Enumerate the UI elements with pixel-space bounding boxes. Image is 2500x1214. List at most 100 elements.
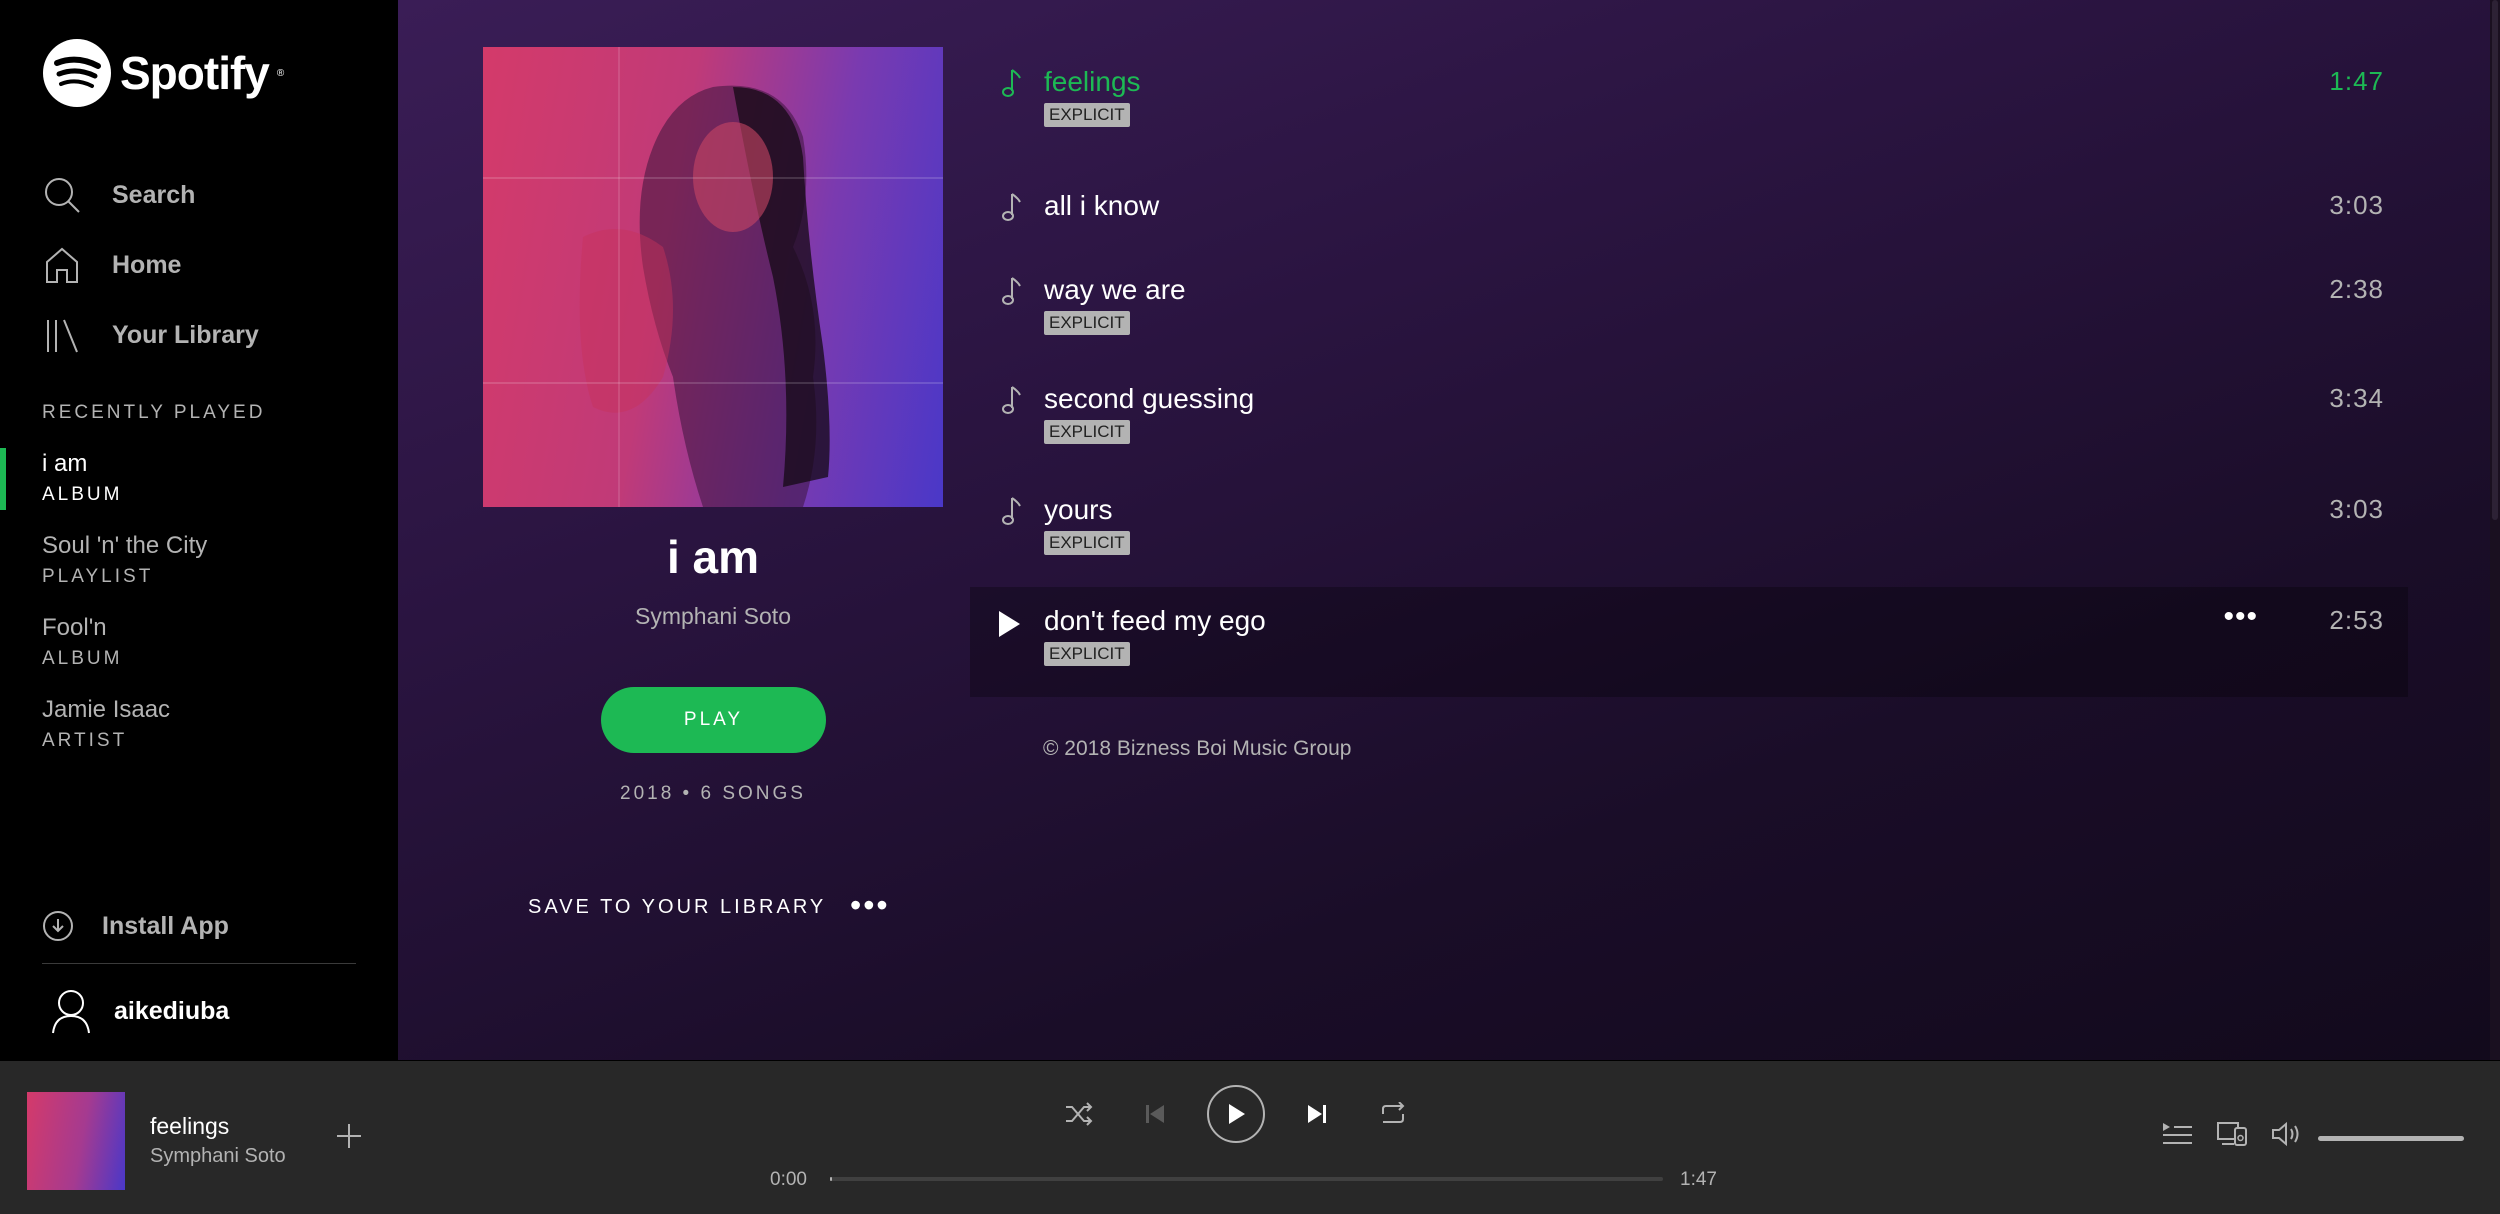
recent-item-title: Soul 'n' the City [42, 532, 208, 559]
explicit-badge: EXPLICIT [1044, 531, 1130, 555]
nav-search[interactable]: Search [42, 160, 259, 230]
scrollbar-thumb[interactable] [2492, 0, 2498, 520]
play-button[interactable]: PLAY [601, 687, 826, 753]
devices-icon[interactable] [2216, 1121, 2248, 1147]
track-title: yours [1044, 494, 1113, 525]
explicit-badge: EXPLICIT [1044, 420, 1130, 444]
progress-bar[interactable] [830, 1177, 1663, 1181]
progress-fill [830, 1177, 833, 1181]
next-button[interactable] [1293, 1085, 1341, 1143]
volume-fill [2318, 1136, 2464, 1141]
track-duration: 1:47 [2329, 66, 2384, 96]
explicit-badge: EXPLICIT [1044, 311, 1130, 335]
nav-home-label: Home [112, 250, 182, 279]
nav-search-label: Search [112, 180, 196, 209]
track-title: way we are [1044, 274, 1186, 305]
spotify-icon [43, 39, 111, 107]
recent-item-title: Fool'n [42, 614, 107, 641]
playback-controls [1055, 1085, 1417, 1143]
search-icon [45, 178, 80, 213]
copyright-text: © 2018 Bizness Boi Music Group [1043, 737, 1352, 760]
library-icon [47, 319, 78, 353]
recently-played-list: i am ALBUM Soul 'n' the City PLAYLIST Fo… [0, 446, 398, 774]
recent-item-title: i am [42, 450, 88, 477]
explicit-badge: EXPLICIT [1044, 103, 1130, 127]
recent-item-i-am[interactable]: i am ALBUM [0, 446, 398, 528]
skip-forward-icon [1308, 1105, 1326, 1123]
play-pause-button[interactable] [1207, 1085, 1265, 1143]
user-icon [52, 990, 90, 1034]
skip-back-icon [1146, 1105, 1164, 1123]
nav-your-library[interactable]: Your Library [42, 300, 259, 370]
recent-item-type: ALBUM [42, 484, 123, 505]
recent-item-jamie-isaac[interactable]: Jamie Isaac ARTIST [0, 692, 398, 774]
install-app-label: Install App [102, 911, 229, 940]
recent-item-title: Jamie Isaac [42, 696, 171, 723]
track-row[interactable]: way we are EXPLICIT 2:38 [970, 256, 2408, 356]
recent-item-type: PLAYLIST [42, 566, 154, 587]
now-playing-artist[interactable]: Symphani Soto [150, 1145, 286, 1168]
recent-item-soul-n-the-city[interactable]: Soul 'n' the City PLAYLIST [0, 528, 398, 610]
track-row[interactable]: feelings EXPLICIT 1:47 [970, 48, 2408, 148]
download-icon [43, 911, 73, 941]
music-note-icon [1002, 386, 1021, 414]
music-note-icon [1002, 193, 1021, 221]
main-nav: Search Home Your Library [42, 160, 259, 370]
now-playing-title[interactable]: feelings [150, 1113, 229, 1140]
play-icon[interactable] [996, 609, 1022, 639]
track-duration: 2:53 [2329, 605, 2384, 635]
save-to-library-button[interactable]: SAVE TO YOUR LIBRARY [528, 896, 826, 919]
track-row[interactable]: yours EXPLICIT 3:03 [970, 476, 2408, 576]
recently-played-heading: RECENTLY PLAYED [42, 402, 266, 423]
player-bar: feelings Symphani Soto 0:00 1:47 [0, 1060, 2500, 1214]
user-profile-button[interactable]: aikediuba [50, 988, 229, 1034]
shuffle-button[interactable] [1055, 1085, 1103, 1143]
queue-icon[interactable] [2160, 1121, 2194, 1147]
install-app-button[interactable]: Install App [42, 910, 229, 942]
spotify-logo[interactable]: Spotify ® [42, 38, 284, 108]
cover-fold [483, 177, 943, 179]
brand-name: Spotify [120, 47, 270, 99]
home-icon [46, 247, 78, 283]
music-note-icon [1002, 497, 1021, 525]
volume-icon[interactable] [2270, 1121, 2302, 1147]
track-row[interactable]: all i know 3:03 [970, 172, 2408, 252]
total-time: 1:47 [1680, 1169, 1717, 1190]
nav-home[interactable]: Home [42, 230, 259, 300]
cover-fold [618, 47, 620, 507]
music-note-icon [1002, 277, 1021, 305]
explicit-badge: EXPLICIT [1044, 642, 1130, 666]
current-time: 0:00 [770, 1169, 807, 1190]
cover-fold [483, 382, 943, 384]
album-more-options-button[interactable]: ••• [850, 889, 890, 921]
recent-item-type: ARTIST [42, 730, 128, 751]
track-row[interactable]: don't feed my ego EXPLICIT ••• 2:53 [970, 587, 2408, 697]
volume-slider[interactable] [2318, 1136, 2464, 1141]
track-duration: 2:38 [2329, 274, 2384, 304]
track-title: second guessing [1044, 383, 1255, 414]
recent-item-type: ALBUM [42, 648, 123, 669]
add-icon[interactable] [334, 1121, 364, 1151]
track-title: feelings [1044, 66, 1141, 97]
sidebar: Spotify ® Search Home Your Library RECENT… [0, 0, 398, 1060]
album-meta: 2018 • 6 SONGS [620, 783, 806, 804]
track-row[interactable]: second guessing EXPLICIT 3:34 [970, 365, 2408, 465]
repeat-icon [1382, 1102, 1405, 1123]
repeat-button[interactable] [1369, 1085, 1417, 1143]
track-more-options-button[interactable]: ••• [2223, 602, 2258, 632]
track-title: don't feed my ego [1044, 605, 1266, 636]
sidebar-divider [42, 963, 356, 964]
recent-item-fooln[interactable]: Fool'n ALBUM [0, 610, 398, 692]
album-cover [483, 47, 943, 507]
album-cover-art [579, 85, 830, 507]
previous-button[interactable] [1131, 1085, 1179, 1143]
album-artist-link[interactable]: Symphani Soto [483, 603, 943, 630]
track-duration: 3:03 [2329, 190, 2384, 220]
user-name: aikediuba [114, 996, 230, 1025]
now-playing-cover[interactable] [27, 1092, 125, 1190]
track-duration: 3:03 [2329, 494, 2384, 524]
track-duration: 3:34 [2329, 383, 2384, 413]
nav-library-label: Your Library [112, 320, 259, 349]
extra-controls [2160, 1121, 2302, 1147]
play-icon [1229, 1104, 1245, 1124]
